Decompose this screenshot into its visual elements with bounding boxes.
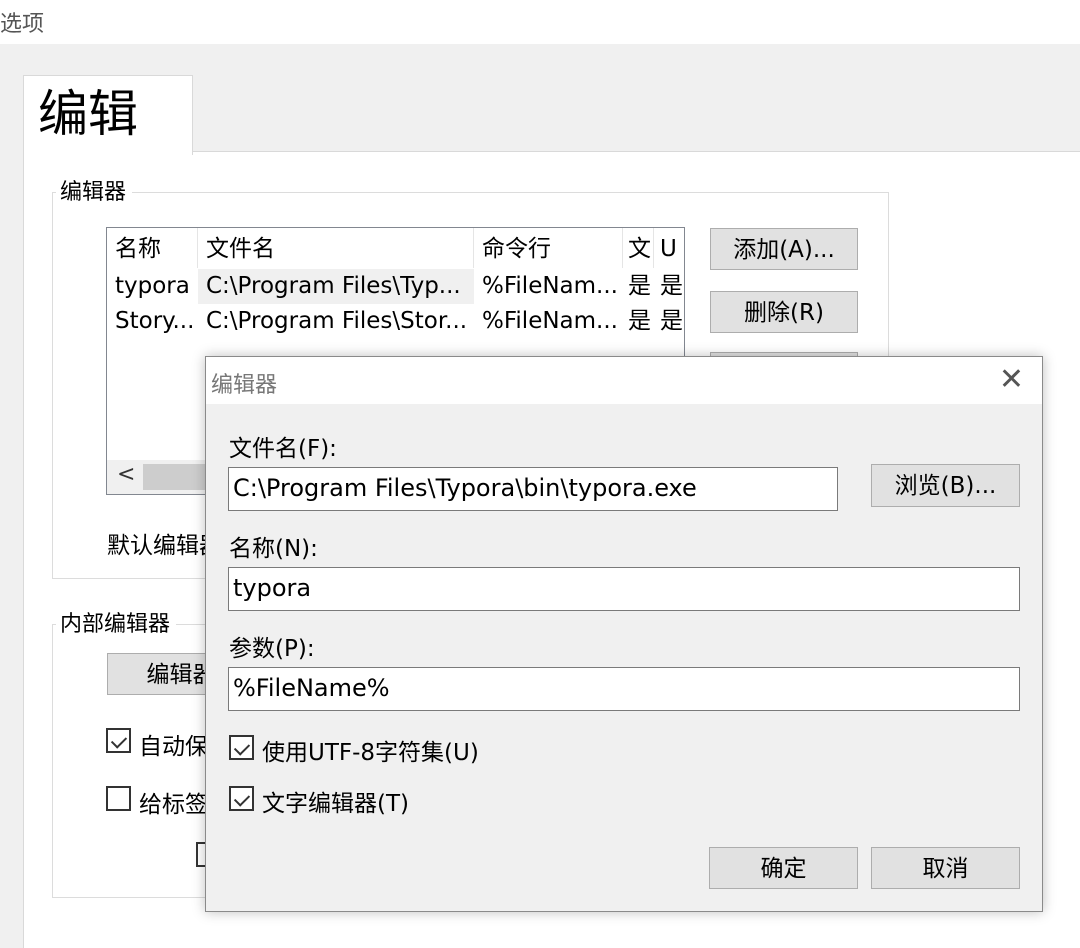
check-icon: [110, 732, 128, 749]
tag-checkbox[interactable]: [106, 786, 131, 811]
cell-cmd: %FileNam...: [482, 308, 618, 334]
add-button[interactable]: 添加(A)...: [710, 228, 858, 270]
dialog-title-bar: [206, 357, 1042, 404]
editors-group-label: 编辑器: [56, 180, 133, 206]
cell-name: typora: [115, 273, 190, 299]
utf8-label: 使用UTF-8字符集(U): [262, 740, 479, 766]
column-header-cmd[interactable]: 命令行: [474, 228, 623, 268]
window-title-bar: [0, 0, 1080, 44]
text-editor-label: 文字编辑器(T): [262, 791, 409, 817]
dialog-title: 编辑器: [211, 373, 278, 398]
cell-utf: 是: [660, 308, 683, 334]
list-header: 名称 文件名 命令行 文 U: [107, 228, 684, 268]
auto-save-label: 自动保: [139, 734, 208, 760]
cancel-button[interactable]: 取消: [871, 847, 1020, 889]
check-icon: [233, 790, 251, 807]
utf8-checkbox[interactable]: [229, 735, 254, 760]
tab-edit-label: 编辑: [38, 85, 138, 143]
cell-file: C:\Program Files\Typ...: [198, 269, 474, 304]
close-icon[interactable]: ✕: [999, 363, 1024, 397]
cell-text: 是: [628, 308, 651, 334]
cell-utf: 是: [660, 273, 683, 299]
params-label: 参数(P):: [229, 636, 315, 662]
delete-button[interactable]: 删除(R): [710, 291, 858, 333]
editor-dialog: 编辑器 ✕ 文件名(F): C:\Program Files\Typora\bi…: [205, 356, 1043, 912]
name-label: 名称(N):: [229, 536, 318, 562]
text-editor-checkbox[interactable]: [229, 786, 254, 811]
cell-name: Story...: [115, 308, 195, 334]
scroll-left-icon[interactable]: <: [117, 462, 135, 487]
auto-save-checkbox[interactable]: [106, 728, 131, 753]
column-header-text[interactable]: 文: [623, 228, 654, 268]
tab-edit[interactable]: 编辑: [23, 75, 193, 155]
column-header-name[interactable]: 名称: [107, 228, 198, 268]
check-icon: [233, 739, 251, 756]
list-row[interactable]: typora C:\Program Files\Typ... %FileNam.…: [107, 269, 684, 304]
cell-file: C:\Program Files\Stor...: [206, 308, 468, 334]
window-title: 选项: [0, 12, 45, 37]
params-field[interactable]: %FileName%: [228, 667, 1020, 711]
ok-button[interactable]: 确定: [709, 847, 858, 889]
list-row[interactable]: Story... C:\Program Files\Stor... %FileN…: [107, 304, 684, 339]
filename-field[interactable]: C:\Program Files\Typora\bin\typora.exe: [228, 467, 838, 511]
browse-button[interactable]: 浏览(B)...: [871, 464, 1020, 507]
name-field[interactable]: typora: [228, 567, 1020, 611]
column-header-filename[interactable]: 文件名: [198, 228, 474, 268]
column-header-utf[interactable]: U: [654, 228, 684, 268]
tag-label: 给标签: [139, 792, 208, 818]
internal-editor-group-label: 内部编辑器: [56, 612, 177, 638]
filename-label: 文件名(F):: [229, 436, 337, 462]
tab-strip-divider: [192, 151, 1080, 152]
cell-cmd: %FileNam...: [482, 273, 618, 299]
cell-text: 是: [628, 273, 651, 299]
